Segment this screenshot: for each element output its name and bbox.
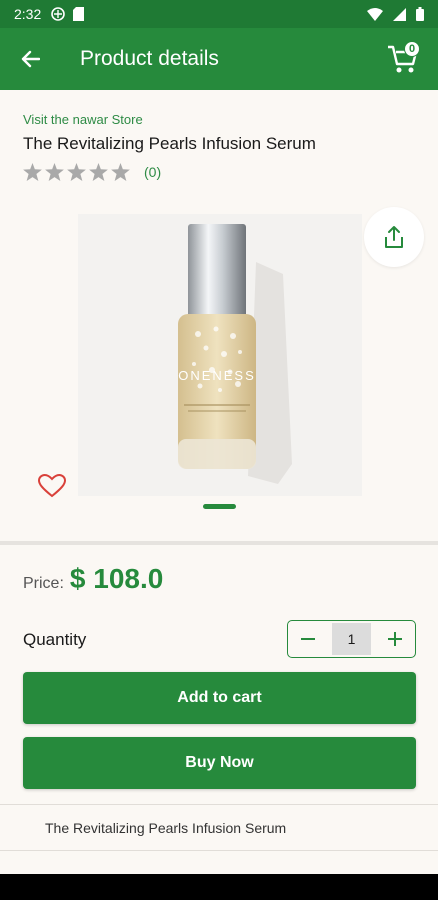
divider [0,850,438,851]
price-row: Price: $ 108.0 [23,563,163,595]
quantity-label: Quantity [23,630,87,649]
rating-row: (0) [23,163,161,181]
product-name: The Revitalizing Pearls Infusion Serum [23,134,316,153]
description-title: The Revitalizing Pearls Infusion Serum [45,820,287,836]
star-icon [111,163,130,181]
status-time: 2:32 [14,6,42,22]
system-nav-bar [0,874,438,900]
star-icon [89,163,108,181]
section-divider [0,541,438,545]
wifi-icon [367,7,383,21]
serum-bottle-image: ONENESS [178,224,292,484]
sd-card-icon [73,7,85,21]
buy-now-button[interactable]: Buy Now [23,737,416,789]
vpn-icon [51,7,66,21]
cart-count-badge: 0 [404,41,420,57]
price-label: Price: [23,575,64,592]
quantity-value[interactable]: 1 [331,623,372,655]
review-count[interactable]: (0) [144,164,161,180]
bottle-brand-text: ONENESS [178,368,256,383]
status-bar: 2:32 [0,0,438,28]
back-button[interactable] [0,28,60,90]
arrow-back-icon [21,50,40,68]
rating-stars [23,163,130,181]
star-icon [45,163,64,181]
battery-icon [416,7,424,21]
star-icon [67,163,86,181]
app-bar: Product details 0 [0,28,438,90]
plus-icon [388,632,403,646]
page-title: Product details [80,47,219,70]
decrement-button[interactable] [288,621,328,657]
minus-icon [300,638,315,640]
price-value: $ 108.0 [69,563,164,594]
share-icon [385,226,403,248]
signal-icon [393,7,406,21]
heart-icon [38,474,66,498]
divider [0,804,438,805]
increment-button[interactable] [375,621,415,657]
favorite-button[interactable] [36,470,68,502]
share-button[interactable] [364,207,424,267]
product-image[interactable]: ONENESS [78,214,362,496]
star-icon [23,163,42,181]
add-to-cart-button[interactable]: Add to cart [23,672,416,724]
cart-button[interactable]: 0 [386,40,422,76]
quantity-stepper: 1 [287,620,416,658]
store-link[interactable]: Visit the nawar Store [23,112,143,127]
image-pager-indicator [203,504,236,509]
